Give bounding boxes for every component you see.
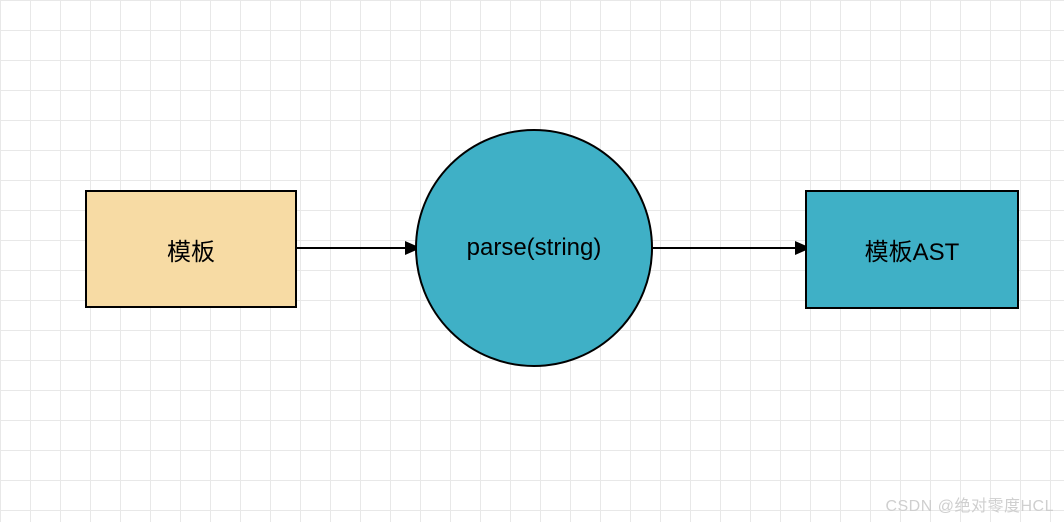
node-parse: parse(string) <box>415 129 653 367</box>
node-template-label: 模板 <box>167 232 215 267</box>
node-parse-label: parse(string) <box>467 234 602 262</box>
node-ast-label: 模板AST <box>865 232 960 267</box>
arrow-template-to-parse <box>297 235 423 261</box>
arrow-parse-to-ast <box>653 235 813 261</box>
node-ast: 模板AST <box>805 190 1019 309</box>
watermark-text: CSDN @绝对零度HCL <box>885 492 1054 516</box>
node-template: 模板 <box>85 190 297 308</box>
